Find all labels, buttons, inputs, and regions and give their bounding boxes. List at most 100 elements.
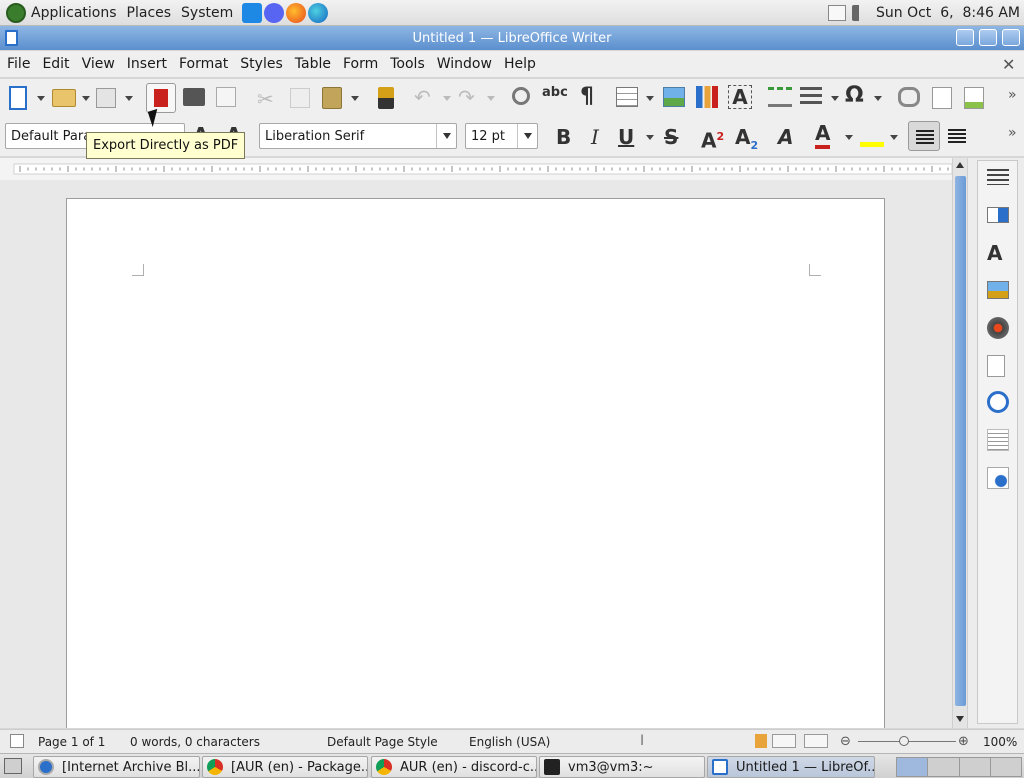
insert-table-icon[interactable] <box>616 87 638 107</box>
language[interactable]: English (USA) <box>469 735 550 749</box>
network-icon[interactable] <box>828 5 846 21</box>
taskbar-item[interactable]: [Internet Archive Bl... <box>33 756 200 778</box>
menu-help[interactable]: Help <box>497 56 541 72</box>
clone-formatting-icon[interactable] <box>378 87 394 109</box>
document-status-icon[interactable] <box>10 734 24 748</box>
print-icon[interactable] <box>183 88 205 106</box>
workspace-4[interactable] <box>990 758 1021 776</box>
menu-format[interactable]: Format <box>172 56 233 72</box>
zoom-level[interactable]: 100% <box>983 735 1017 749</box>
hyperlink-icon[interactable] <box>898 87 920 107</box>
scroll-up-icon[interactable] <box>956 162 964 168</box>
underline-dropdown-icon[interactable] <box>646 135 654 140</box>
table-dropdown-icon[interactable] <box>646 96 654 101</box>
page-count[interactable]: Page 1 of 1 <box>38 735 105 749</box>
save-icon[interactable] <box>96 88 116 108</box>
menu-edit[interactable]: Edit <box>35 56 74 72</box>
workspace-3[interactable] <box>959 758 991 776</box>
insert-image-icon[interactable] <box>663 87 685 107</box>
scroll-down-icon[interactable] <box>956 716 964 722</box>
firefox-dev-launcher-icon[interactable] <box>308 2 329 23</box>
comment-icon[interactable] <box>964 87 984 109</box>
menu-tools[interactable]: Tools <box>383 56 430 72</box>
maximize-button[interactable] <box>979 29 997 46</box>
text-cursor-mode-icon[interactable]: I <box>640 733 644 749</box>
menu-insert[interactable]: Insert <box>120 56 172 72</box>
style-inspector-icon[interactable] <box>987 391 1009 413</box>
font-color-dropdown-icon[interactable] <box>845 135 853 140</box>
styles-icon[interactable]: A <box>987 241 1009 265</box>
special-character-icon[interactable]: Ω <box>845 83 869 108</box>
gallery-icon[interactable] <box>987 281 1009 299</box>
taskbar-item[interactable]: Untitled 1 — LibreOf... <box>707 756 875 778</box>
copy-icon[interactable] <box>290 88 310 108</box>
redo-dropdown-icon[interactable] <box>487 96 495 101</box>
workspace-switcher[interactable] <box>896 757 1022 777</box>
toolbar-overflow-icon[interactable]: » <box>1008 125 1024 149</box>
align-center-icon[interactable] <box>948 129 966 143</box>
export-pdf-button[interactable] <box>146 83 176 113</box>
menu-form[interactable]: Form <box>336 56 383 72</box>
print-preview-icon[interactable] <box>216 87 236 107</box>
insert-page-break-icon[interactable] <box>768 87 792 107</box>
open-folder-icon[interactable] <box>52 89 76 107</box>
page-style[interactable]: Default Page Style <box>327 735 438 749</box>
window-titlebar[interactable]: Untitled 1 — LibreOffice Writer <box>0 26 1024 50</box>
single-page-view-icon[interactable] <box>772 734 796 748</box>
underline-icon[interactable]: U <box>618 125 634 149</box>
zoom-slider-handle[interactable] <box>899 736 909 746</box>
taskbar-item[interactable]: AUR (en) - discord-c... <box>371 756 537 778</box>
clock[interactable]: Sun Oct 6, 8:46 AM <box>876 5 1020 21</box>
sidebar-menu-icon[interactable] <box>987 169 1009 185</box>
workspace-2[interactable] <box>928 758 960 776</box>
minimize-button[interactable] <box>956 29 974 46</box>
font-size-combo[interactable]: 12 pt <box>465 123 538 149</box>
volume-icon[interactable] <box>852 5 870 21</box>
menu-file[interactable]: File <box>0 56 35 72</box>
spelling-icon[interactable]: abc <box>542 85 568 109</box>
subscript-icon[interactable]: A2 <box>735 125 758 158</box>
paste-dropdown-icon[interactable] <box>351 96 359 101</box>
font-size-dropdown-icon[interactable] <box>517 124 537 148</box>
font-color-icon[interactable]: A <box>815 121 831 149</box>
font-name-dropdown-icon[interactable] <box>436 124 456 148</box>
applications-menu[interactable]: Applications <box>26 5 122 21</box>
page-icon[interactable] <box>987 355 1005 377</box>
discord-launcher-icon[interactable] <box>264 2 285 23</box>
clear-formatting-icon[interactable]: A <box>778 125 793 149</box>
insert-chart-icon[interactable] <box>696 86 718 108</box>
insert-textbox-icon[interactable]: A <box>728 85 752 109</box>
cut-icon[interactable]: ✂ <box>257 87 281 111</box>
highlight-dropdown-icon[interactable] <box>890 135 898 140</box>
formatting-marks-icon[interactable]: ¶ <box>580 84 604 109</box>
find-replace-icon[interactable] <box>512 87 530 105</box>
font-name-combo[interactable]: Liberation Serif <box>259 123 457 149</box>
bold-icon[interactable]: B <box>556 125 571 149</box>
new-document-icon[interactable] <box>9 86 27 110</box>
footnote-icon[interactable] <box>932 87 952 109</box>
system-menu[interactable]: System <box>176 5 238 21</box>
superscript-icon[interactable]: A2 <box>701 125 724 153</box>
zoom-in-icon[interactable]: ⊕ <box>958 734 969 749</box>
menu-styles[interactable]: Styles <box>233 56 287 72</box>
taskbar-item[interactable]: [AUR (en) - Package... <box>202 756 368 778</box>
properties-icon[interactable] <box>987 207 1009 223</box>
vscode-launcher-icon[interactable] <box>242 2 263 23</box>
horizontal-ruler[interactable] <box>0 158 953 180</box>
toolbar-overflow-icon[interactable]: » <box>1008 87 1024 111</box>
navigator-icon[interactable] <box>987 317 1009 339</box>
undo-icon[interactable]: ↶ <box>414 85 438 109</box>
show-desktop-icon[interactable] <box>4 758 22 774</box>
highlight-icon[interactable] <box>860 125 884 147</box>
zoom-slider[interactable] <box>858 736 956 746</box>
redo-icon[interactable]: ↷ <box>458 85 482 109</box>
close-document-icon[interactable]: ✕ <box>1002 55 1015 74</box>
close-window-button[interactable] <box>1002 29 1020 46</box>
menu-table[interactable]: Table <box>288 56 336 72</box>
taskbar-item[interactable]: vm3@vm3:~ <box>539 756 705 778</box>
signature-icon[interactable] <box>755 734 767 748</box>
places-menu[interactable]: Places <box>122 5 177 21</box>
word-count[interactable]: 0 words, 0 characters <box>130 735 260 749</box>
menu-view[interactable]: View <box>75 56 120 72</box>
vertical-scrollbar[interactable] <box>952 158 967 728</box>
